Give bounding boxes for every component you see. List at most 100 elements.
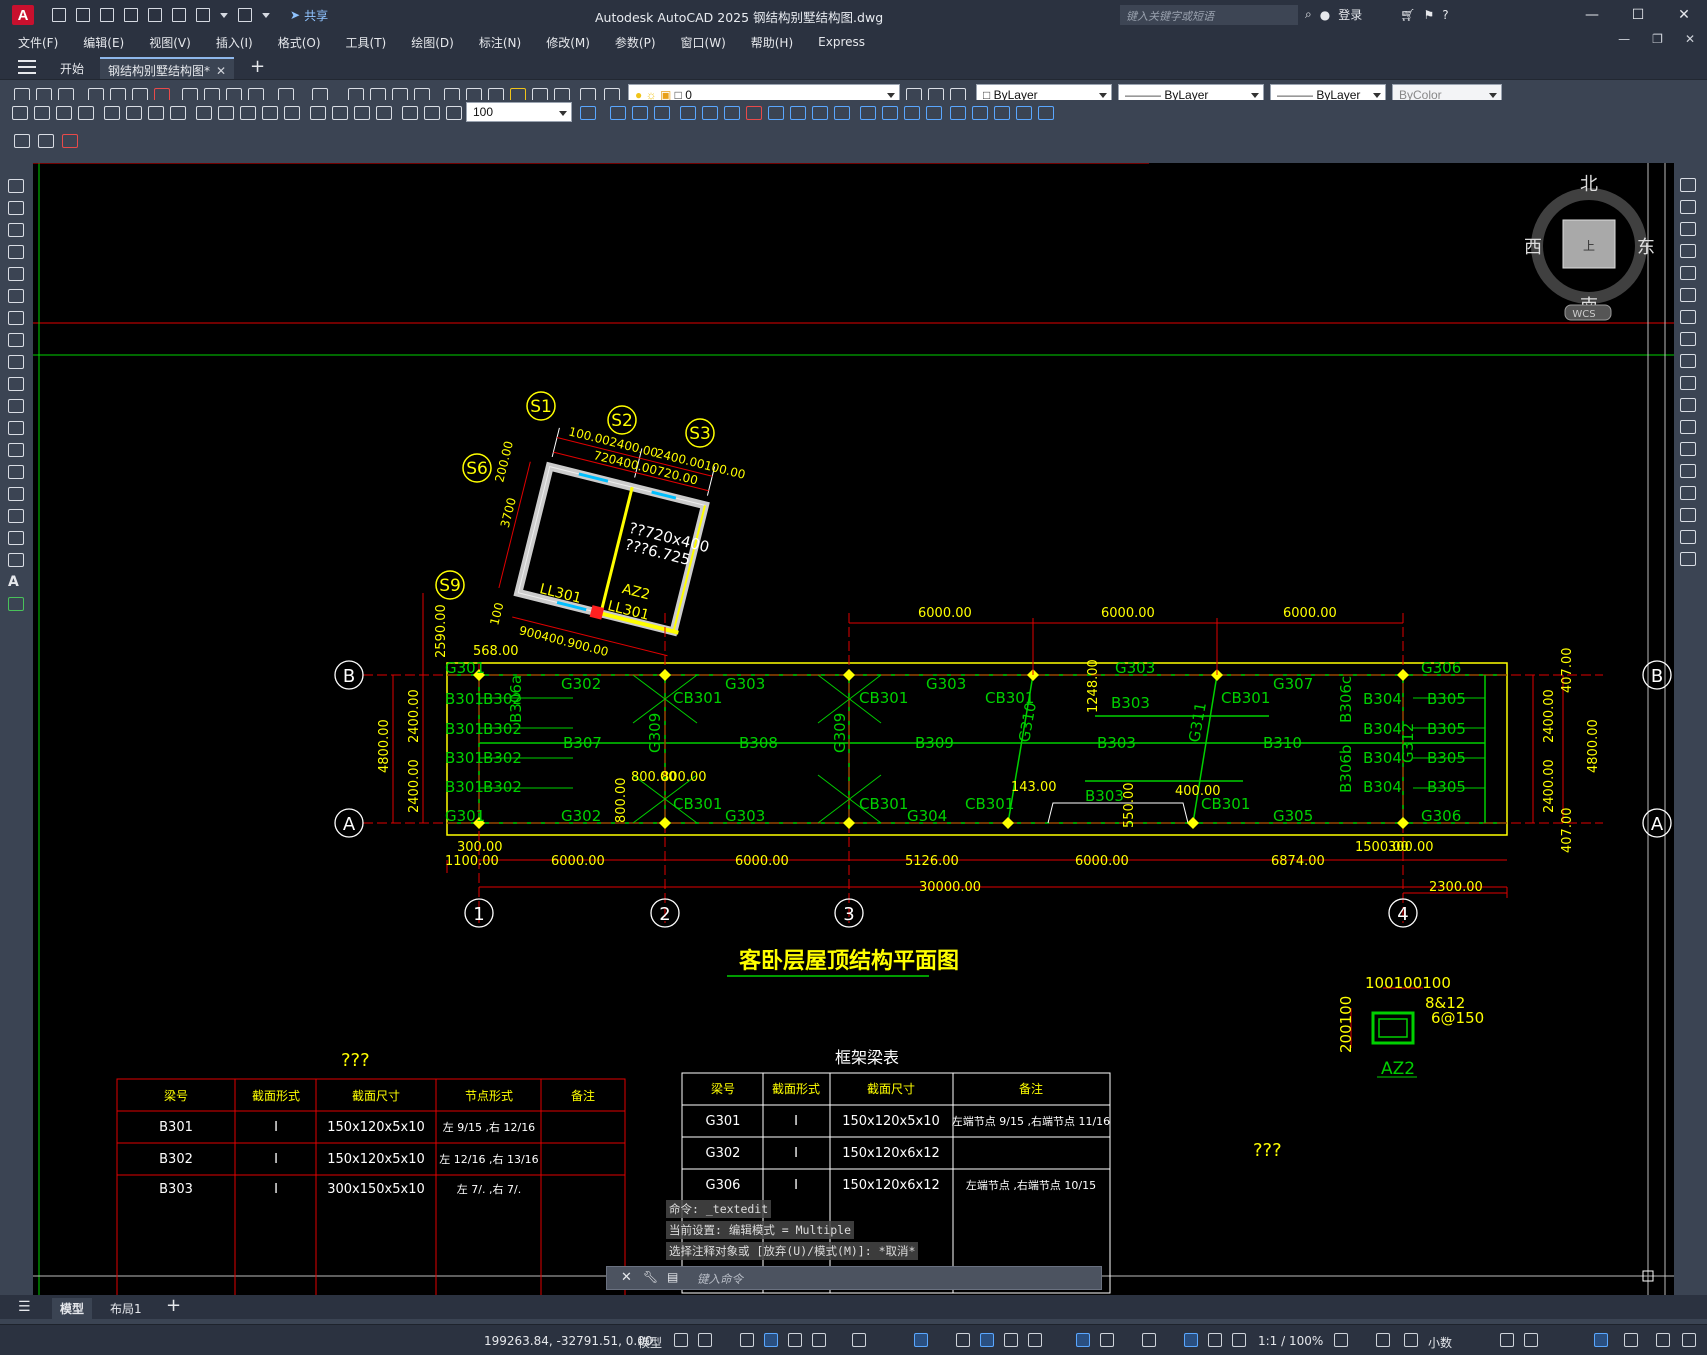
dynamic-input-icon[interactable] [764, 1333, 778, 1347]
break-icon[interactable] [1680, 442, 1696, 456]
stretch-icon[interactable] [1680, 354, 1696, 368]
offset-icon[interactable] [1680, 244, 1696, 258]
selection-cycling-icon[interactable] [1004, 1333, 1018, 1347]
login-link[interactable]: 登录 [1338, 6, 1362, 23]
table-icon[interactable] [8, 553, 24, 567]
menu-modify[interactable]: 修改(M) [546, 34, 590, 51]
menu-dimension[interactable]: 标注(N) [479, 34, 521, 51]
view-front-icon[interactable] [610, 106, 626, 120]
solid-cone-icon[interactable] [724, 106, 740, 120]
fillet-icon[interactable] [1680, 508, 1696, 522]
solid-wedge-icon[interactable] [702, 106, 718, 120]
quick-properties-icon[interactable] [1500, 1333, 1514, 1347]
dim-ordinate-icon[interactable] [78, 106, 94, 120]
break-point-icon[interactable] [1680, 420, 1696, 434]
3d-array-icon[interactable] [1038, 106, 1054, 120]
new-icon[interactable] [52, 8, 66, 22]
dim-angular-icon[interactable] [170, 106, 186, 120]
customize-qat-icon[interactable] [262, 12, 270, 18]
3d-move-icon[interactable] [950, 106, 966, 120]
object-snap-tracking-icon[interactable] [914, 1333, 928, 1347]
dim-jogged-icon[interactable] [126, 106, 142, 120]
maximize-icon[interactable]: ☐ [1615, 0, 1661, 30]
ortho-icon[interactable] [788, 1333, 802, 1347]
3d-rotate-icon[interactable] [972, 106, 988, 120]
menu-express[interactable]: Express [818, 35, 865, 49]
solid-cylinder-icon[interactable] [768, 106, 784, 120]
hatch-icon[interactable] [8, 487, 24, 501]
grid-icon[interactable] [674, 1333, 688, 1347]
annotation-monitor-icon[interactable] [1376, 1333, 1390, 1347]
undo-dropdown-icon[interactable] [220, 12, 228, 18]
ellipse-icon[interactable] [8, 377, 24, 391]
menu-window[interactable]: 窗口(W) [681, 34, 726, 51]
tolerance-icon[interactable] [310, 106, 326, 120]
undo-icon[interactable] [196, 8, 210, 22]
minimize-icon[interactable]: — [1569, 0, 1615, 30]
add-layout-icon[interactable]: + [166, 1295, 181, 1316]
units-icon[interactable] [1404, 1333, 1418, 1347]
lineweight-icon[interactable] [956, 1333, 970, 1347]
polar-icon[interactable] [812, 1333, 826, 1347]
autocad-logo[interactable]: A [12, 5, 34, 25]
extend-icon[interactable] [1680, 398, 1696, 412]
isodraft-icon[interactable] [852, 1333, 866, 1347]
doc-close-icon[interactable]: ✕ [1685, 32, 1695, 46]
copy-object-icon[interactable] [1680, 200, 1696, 214]
cart-icon[interactable]: 🛒︎ [1400, 8, 1415, 22]
solid-extrude-icon[interactable] [834, 106, 850, 120]
command-customize-icon[interactable]: 🔧︎ [643, 1270, 658, 1284]
menu-file[interactable]: 文件(F) [18, 34, 58, 51]
dim-text-edit-icon[interactable] [424, 106, 440, 120]
join-icon[interactable] [1680, 464, 1696, 478]
dim-continue-icon[interactable] [240, 106, 256, 120]
solid-subtract-icon[interactable] [904, 106, 920, 120]
dim-radius-icon[interactable] [104, 106, 120, 120]
inspect-icon[interactable] [354, 106, 370, 120]
blend-icon[interactable] [1680, 530, 1696, 544]
mirror-icon[interactable] [1680, 222, 1696, 236]
dim-linear-icon[interactable] [12, 106, 28, 120]
block-edit-icon[interactable] [14, 134, 30, 148]
isolate-objects-icon[interactable] [1594, 1333, 1608, 1347]
plot-icon[interactable] [172, 8, 186, 22]
3d-mirror-icon[interactable] [1016, 106, 1032, 120]
quick-dim-icon[interactable] [196, 106, 212, 120]
solid-revolve-icon[interactable] [860, 106, 876, 120]
solid-union-icon[interactable] [882, 106, 898, 120]
3d-osnap-icon[interactable] [1028, 1333, 1042, 1347]
doc-minimize-icon[interactable]: — [1618, 32, 1630, 46]
menu-view[interactable]: 视图(V) [149, 34, 191, 51]
close-icon[interactable]: ✕ [1661, 0, 1707, 30]
construction-line-icon[interactable] [8, 201, 24, 215]
coordinates-readout[interactable]: 199263.84, -32791.51, 0.00 [484, 1334, 652, 1348]
open-icon[interactable] [76, 8, 90, 22]
rotate-icon[interactable] [1680, 310, 1696, 324]
arc-icon[interactable] [8, 289, 24, 303]
redo-icon[interactable] [238, 8, 252, 22]
autoscale-icon[interactable] [1208, 1333, 1222, 1347]
tab-layout1[interactable]: 布局1 [102, 1298, 150, 1319]
hardware-accel-icon[interactable] [1624, 1333, 1638, 1347]
customize-status-icon[interactable] [1682, 1333, 1696, 1347]
save-icon[interactable] [100, 8, 114, 22]
solid-pyramid-icon[interactable] [812, 106, 828, 120]
menu-hamburger-icon[interactable] [18, 60, 36, 74]
add-selected-icon[interactable] [8, 597, 24, 611]
solid-torus-icon[interactable] [790, 106, 806, 120]
dim-style-icon[interactable] [580, 106, 596, 120]
chamfer-icon[interactable] [1680, 486, 1696, 500]
viewcube[interactable]: 上 北 南 西 东 WCS [1524, 174, 1655, 321]
clean-screen-icon[interactable] [1656, 1333, 1670, 1347]
share-button[interactable]: ➤ 共享 [290, 7, 328, 24]
dynamic-ucs-icon[interactable] [1076, 1333, 1090, 1347]
array-icon[interactable] [1680, 266, 1696, 280]
view-back-icon[interactable] [632, 106, 648, 120]
model-space-button[interactable]: 模型 [638, 1334, 662, 1351]
menu-tools[interactable]: 工具(T) [346, 34, 387, 51]
solid-box-icon[interactable] [680, 106, 696, 120]
dim-update-icon[interactable] [446, 106, 462, 120]
rectangle-icon[interactable] [8, 267, 24, 281]
trim-icon[interactable] [1680, 376, 1696, 390]
dim-diameter-icon[interactable] [148, 106, 164, 120]
